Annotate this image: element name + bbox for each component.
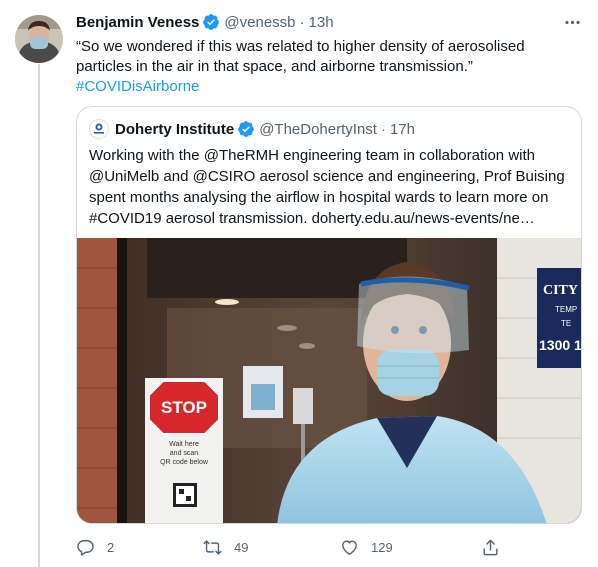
retweet-icon [203, 539, 222, 555]
retweet-count: 49 [234, 539, 249, 555]
stop-sign-subtext: QR code below [160, 459, 209, 466]
quoted-text-line: Working with the @TheRMH engineering tea… [89, 147, 535, 164]
quoted-author-handle: @TheDohertyInst [259, 120, 377, 138]
background-sign-text: TEMP [555, 305, 577, 314]
more-icon [564, 20, 580, 24]
quoted-timestamp: 17h [389, 120, 415, 138]
avatar[interactable] [15, 15, 63, 63]
stop-sign-subtext: Wait here [169, 441, 199, 448]
author-handle[interactable]: @venessb [224, 14, 295, 31]
quoted-tweet-header: Doherty Institute @TheDohertyInst · 17h [89, 119, 415, 139]
tweet-header: Benjamin Veness @venessb · 13h [76, 12, 334, 32]
quoted-text-line: #COVID19 aerosol transmission. doherty.e… [89, 210, 535, 227]
quoted-text-line: spent months analysing the airflow in ho… [89, 189, 549, 206]
background-sign-text: TE [561, 319, 571, 328]
author-name[interactable]: Benjamin Veness [76, 14, 199, 31]
quoted-avatar [89, 119, 109, 139]
verified-badge-icon [203, 14, 220, 30]
thread-line [38, 64, 40, 567]
quoted-tweet-text: Working with the @TheRMH engineering tea… [89, 145, 573, 229]
timestamp[interactable]: 13h [309, 14, 334, 31]
separator-dot: · [380, 120, 386, 138]
quoted-author-name: Doherty Institute [115, 120, 235, 138]
like-button[interactable]: 129 [340, 534, 393, 560]
hashtag-link[interactable]: #COVIDisAirborne [76, 77, 576, 97]
reply-count: 2 [107, 539, 115, 555]
stop-sign-subtext: and scan [170, 450, 199, 457]
share-icon [483, 539, 498, 555]
like-count: 129 [371, 539, 393, 555]
quoted-text-line: @UniMelb and @CSIRO aerosol science and … [89, 168, 565, 185]
quoted-tweet-photo[interactable]: CITY TEMP TE 1300 1 STOP Wait here and s… [77, 238, 582, 523]
more-button[interactable] [560, 10, 584, 34]
retweet-button[interactable]: 49 [203, 534, 248, 560]
tweet-actions: 2 49 129 [76, 534, 582, 560]
like-icon [342, 539, 357, 555]
reply-button[interactable]: 2 [76, 534, 114, 560]
background-sign-text: CITY [543, 283, 578, 298]
tweet-text: “So we wondered if this was related to h… [76, 37, 576, 97]
quoted-tweet-card[interactable]: Doherty Institute @TheDohertyInst · 17h … [76, 106, 582, 524]
tweet-text-line: “So we wondered if this was related to h… [76, 38, 525, 55]
verified-badge-icon [238, 121, 255, 137]
reply-icon [77, 539, 94, 556]
stop-sign-text: STOP [161, 398, 207, 417]
doherty-logo-icon [94, 123, 104, 134]
tweet-text-line: particles in the air in that space, and … [76, 58, 473, 75]
share-button[interactable] [481, 534, 500, 560]
separator-dot: · [299, 13, 305, 31]
background-sign-text: 1300 1 [539, 337, 582, 353]
